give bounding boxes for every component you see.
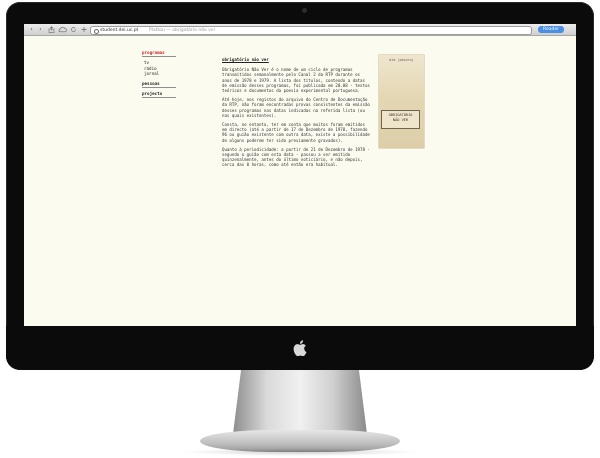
document-top-text: ata (pavoro) xyxy=(389,58,414,62)
document-scan-image: ata (pavoro) OBRIGATÓRIO NÃO VER xyxy=(379,55,424,148)
camera-icon xyxy=(302,8,307,13)
browser-toolbar: ‹ › student.dei.uc.pt Plattou — obrigató… xyxy=(24,24,576,36)
monitor-stand-neck xyxy=(233,370,367,434)
screen: ‹ › student.dei.uc.pt Plattou — obrigató… xyxy=(24,24,576,326)
document-label: OBRIGATÓRIO NÃO VER xyxy=(381,110,420,129)
forward-icon[interactable]: › xyxy=(36,26,45,33)
article: obrigatório não ver Obrigatório Não Ver … xyxy=(222,57,372,172)
document-label-line2: NÃO VER xyxy=(392,118,409,122)
page-title-text: Plattou — obrigatório não ver xyxy=(149,28,216,33)
share-icon[interactable] xyxy=(47,26,56,33)
nav-section-projecto: projecto xyxy=(142,91,176,99)
cloud-icon[interactable] xyxy=(58,26,67,33)
lock-icon xyxy=(94,28,99,34)
address-bar[interactable]: student.dei.uc.pt Plattou — obrigatório … xyxy=(90,26,532,35)
nav-item-programas[interactable]: programas xyxy=(142,50,176,55)
nav-item-projecto[interactable]: projecto xyxy=(142,91,176,96)
article-paragraph: Obrigatório Não Ver é o nome de um ciclo… xyxy=(222,67,370,94)
article-paragraph: Consta, no entanto, ter em conta que mui… xyxy=(222,122,370,143)
nav-section-programas: programas xyxy=(142,50,176,58)
nav-section-media: tv rádio jornal xyxy=(142,60,176,77)
article-paragraph: Quanto à periodicidade: a partir de 21 d… xyxy=(222,146,370,168)
nav-section-pessoas: pessoas xyxy=(142,81,176,89)
stand-shadow xyxy=(180,448,420,456)
add-icon[interactable] xyxy=(80,26,88,33)
reader-button[interactable]: Reader xyxy=(538,26,564,33)
reload-icon[interactable] xyxy=(69,26,78,33)
article-paragraph: Até hoje, nos registos do arquivo do Cen… xyxy=(222,97,370,118)
back-icon[interactable]: ‹ xyxy=(27,26,36,33)
nav-item-pessoas[interactable]: pessoas xyxy=(142,81,176,86)
apple-logo-icon xyxy=(293,340,307,356)
nav-item-jornal[interactable]: jornal xyxy=(142,71,176,76)
url-text: student.dei.uc.pt xyxy=(100,28,139,33)
site-navigation: programas tv rádio jornal pessoas projec… xyxy=(142,50,176,101)
article-title: obrigatório não ver xyxy=(222,57,269,62)
